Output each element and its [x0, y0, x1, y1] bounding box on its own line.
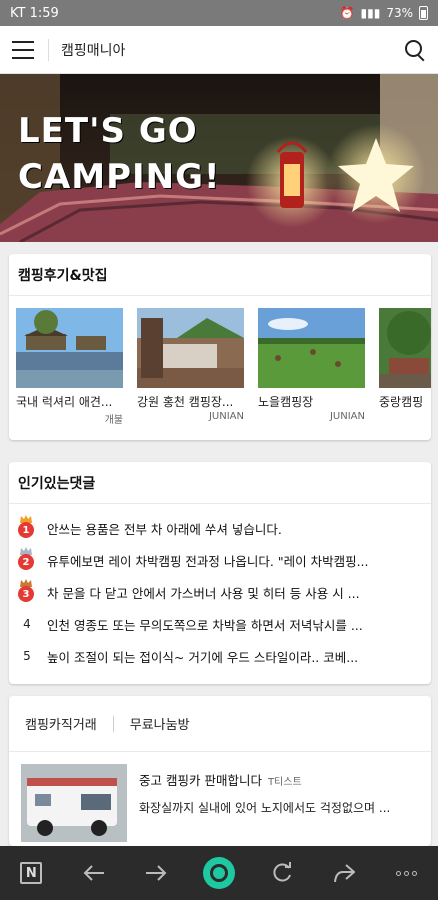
- signal-icon: ▮▮▮: [360, 6, 381, 20]
- review-caption: 강원 홍천 캠핑장...: [137, 395, 234, 409]
- header-divider: [48, 38, 49, 61]
- comment-item[interactable]: 3 차 문을 다 닫고 안에서 가스버너 사용 및 히터 등 사용 시 ...: [9, 576, 431, 608]
- more-icon[interactable]: [387, 853, 427, 893]
- market-item-author: T티스트: [267, 777, 302, 788]
- naver-n-icon[interactable]: N: [11, 853, 51, 893]
- review-thumbnail: [16, 308, 123, 388]
- comment-text: 높이 조절이 되는 접이식~ 거기에 우드 스타일이라.. 코베...: [47, 649, 359, 665]
- comment-text: 차 문을 다 닫고 안에서 가스버너 사용 및 히터 등 사용 시 ...: [47, 585, 360, 601]
- review-author: JUNIAN: [208, 411, 244, 422]
- review-caption: 노을캠핑장: [258, 395, 314, 409]
- comment-item[interactable]: 4 인천 영종도 또는 무의도쪽으로 차박을 하면서 저녁낚시를 ...: [9, 608, 431, 640]
- review-item[interactable]: 중랑캠핑: [379, 308, 431, 426]
- status-bar: KT 1:59 ⏰ ▮▮▮ 73%: [0, 0, 438, 26]
- market-item[interactable]: 중고 캠핑카 판매합니다 T티스트 화장실까지 실내에 있어 노지에서도 걱정없으…: [9, 752, 431, 854]
- review-item[interactable]: 노을캠핑장 JUNIAN: [258, 308, 365, 426]
- forward-arrow-icon[interactable]: [136, 853, 176, 893]
- hero-headline: LET'S GO CAMPING!: [18, 108, 221, 200]
- review-thumbnail: [379, 308, 431, 388]
- comment-item[interactable]: 5 높이 조절이 되는 접이식~ 거기에 우드 스타일이라.. 코베...: [9, 640, 431, 672]
- hero-line-1: LET'S GO: [18, 111, 198, 151]
- market-item-title: 중고 캠핑카 판매합니다: [139, 773, 262, 788]
- refresh-icon[interactable]: [262, 853, 302, 893]
- rank-number: 4: [23, 617, 31, 631]
- comment-item[interactable]: 1 안쓰는 용품은 전부 차 아래에 쑤셔 넣습니다.: [9, 512, 431, 544]
- comment-item[interactable]: 2 유투에보면 레이 차박캠핑 전과정 나옵니다. "레이 차박캠핑...: [9, 544, 431, 576]
- review-author: JUNIAN: [329, 411, 365, 422]
- battery-icon: [419, 6, 428, 20]
- tab-divider: [112, 715, 114, 732]
- green-dot-icon[interactable]: [199, 853, 239, 893]
- comment-text: 안쓰는 용품은 전부 차 아래에 쑤셔 넣습니다.: [47, 521, 282, 537]
- review-caption: 국내 럭셔리 애견...: [16, 395, 113, 409]
- rank-number: 1: [18, 522, 34, 538]
- comment-text: 인천 영종도 또는 무의도쪽으로 차박을 하면서 저녁낚시를 ...: [47, 617, 363, 633]
- reviews-card: 캠핑후기&맛집 국내 럭셔리 애견... 개불 강원 홍천 캠핑장... JUN…: [9, 254, 431, 440]
- rank-badge: 3: [16, 579, 38, 603]
- rank-badge: 1: [16, 515, 38, 539]
- cafe-title[interactable]: 캠핑매니아: [61, 40, 404, 60]
- hero-banner[interactable]: LET'S GO CAMPING!: [0, 74, 438, 242]
- review-item[interactable]: 강원 홍천 캠핑장... JUNIAN: [137, 308, 244, 426]
- share-icon[interactable]: [324, 853, 364, 893]
- review-thumbnail: [258, 308, 365, 388]
- app-header: 캠핑매니아: [0, 26, 438, 74]
- popular-comments-card: 인기있는댓글 1 안쓰는 용품은 전부 차 아래에 쑤셔 넣습니다. 2 유투에…: [9, 462, 431, 684]
- hamburger-icon[interactable]: [12, 40, 34, 59]
- alarm-icon: ⏰: [339, 6, 355, 20]
- bottom-nav-bar: N: [0, 846, 438, 900]
- comment-text: 유투에보면 레이 차박캠핑 전과정 나옵니다. "레이 차박캠핑...: [47, 553, 369, 569]
- reviews-title[interactable]: 캠핑후기&맛집: [9, 254, 431, 296]
- marketplace-card: 캠핑카직거래 무료나눔방 중고 캠핑카 판매합니다 T티스트 화장실까지 실내에 …: [9, 696, 431, 846]
- market-thumbnail: [21, 764, 127, 842]
- review-caption: 중랑캠핑: [379, 395, 424, 409]
- battery-percent: 73%: [386, 6, 413, 20]
- review-author: 개불: [104, 415, 123, 426]
- search-icon[interactable]: [404, 39, 426, 61]
- marketplace-tabs: 캠핑카직거래 무료나눔방: [9, 696, 431, 752]
- popular-title[interactable]: 인기있는댓글: [9, 462, 431, 504]
- carrier-time: KT 1:59: [10, 5, 59, 21]
- tab-free-share[interactable]: 무료나눔방: [130, 714, 190, 733]
- tab-camping-car-trade[interactable]: 캠핑카직거래: [25, 714, 97, 733]
- review-item[interactable]: 국내 럭셔리 애견... 개불: [16, 308, 123, 426]
- hero-line-2: CAMPING!: [18, 157, 221, 197]
- reviews-carousel[interactable]: 국내 럭셔리 애견... 개불 강원 홍천 캠핑장... JUNIAN 노을캠핑…: [16, 308, 431, 426]
- back-arrow-icon[interactable]: [74, 853, 114, 893]
- rank-badge: 2: [16, 547, 38, 571]
- review-thumbnail: [137, 308, 244, 388]
- rank-number: 3: [18, 586, 34, 602]
- market-item-desc: 화장실까지 실내에 있어 노지에서도 걱정없으며 ...: [139, 801, 391, 815]
- rank-number: 2: [18, 554, 34, 570]
- market-item-title-row: 중고 캠핑카 판매합니다 T티스트: [139, 770, 409, 789]
- comment-list: 1 안쓰는 용품은 전부 차 아래에 쑤셔 넣습니다. 2 유투에보면 레이 차…: [9, 504, 431, 672]
- rank-number: 5: [23, 649, 31, 663]
